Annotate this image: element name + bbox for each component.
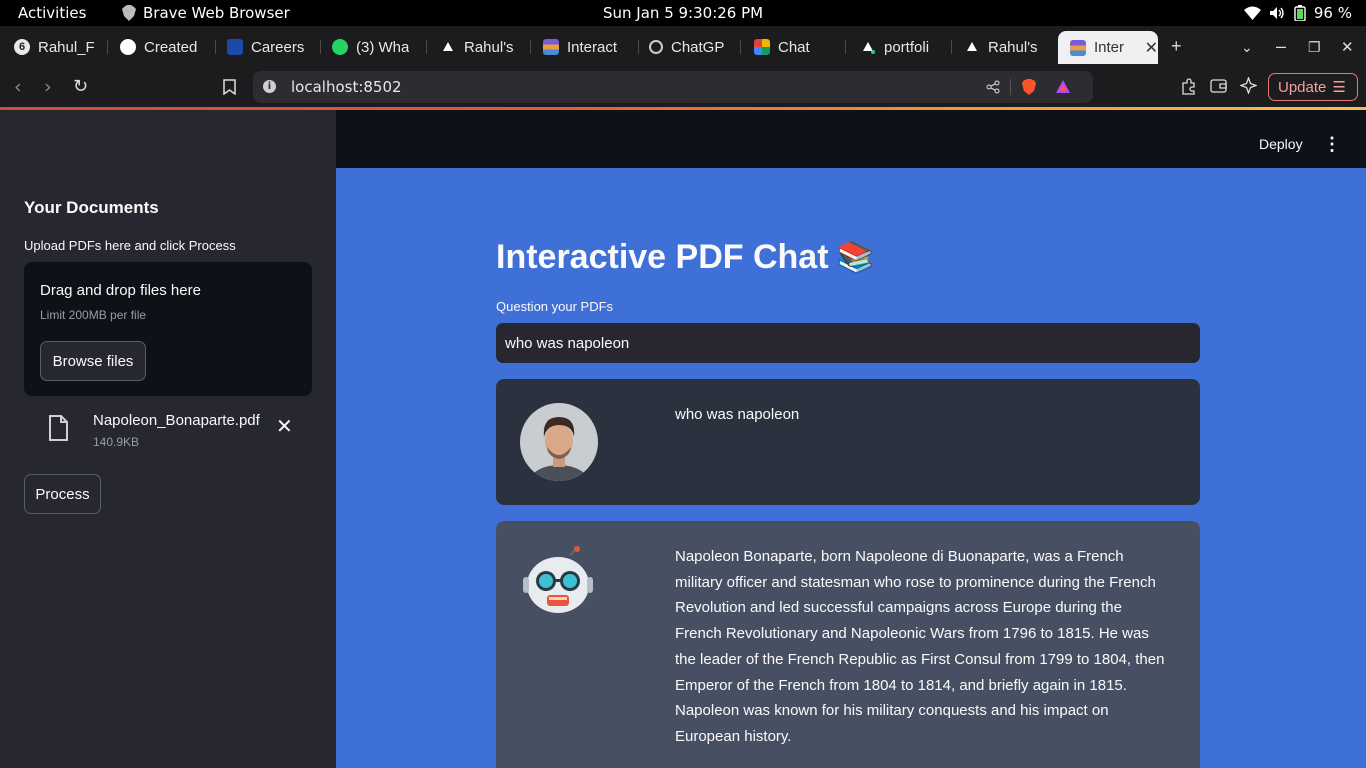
wifi-icon (1243, 6, 1261, 20)
brave-icon (122, 5, 136, 21)
github-icon (120, 39, 136, 55)
bookmark-icon[interactable] (223, 79, 236, 95)
system-tray[interactable]: 96 % (1243, 4, 1352, 22)
tab-rahul-f[interactable]: 6 Rahul_F (14, 33, 108, 61)
user-avatar (520, 403, 598, 481)
tab-strip: 6 Rahul_F Created Careers (3) Wha Rahul'… (0, 26, 1366, 66)
tab-interactive-active[interactable]: Inter ✕ (1058, 31, 1158, 64)
main-content: Interactive PDF Chat 📚 Question your PDF… (336, 168, 1366, 768)
back-icon[interactable]: ‹ (14, 76, 22, 98)
uploaded-file: Napoleon_Bonaparte.pdf 140.9KB ✕ (24, 406, 312, 454)
deploy-button[interactable]: Deploy (1259, 136, 1303, 152)
site-info-icon[interactable]: i (263, 80, 276, 93)
chevron-down-icon[interactable]: ⌄ (1241, 39, 1253, 56)
page-title: Interactive PDF Chat 📚 (496, 238, 874, 276)
sidebar: Your Documents Upload PDFs here and clic… (0, 110, 336, 768)
volume-icon (1269, 7, 1284, 19)
bot-message-text: Napoleon Bonaparte, born Napoleone di Bu… (675, 548, 1165, 745)
books-emoji-icon: 📚 (836, 241, 874, 274)
battery-level: 96 % (1313, 4, 1352, 22)
tab-interactive-1[interactable]: Interact (543, 33, 639, 61)
update-button[interactable]: Update ☰ (1268, 73, 1358, 101)
tab-chatgpt[interactable]: ChatGP (649, 33, 741, 61)
more-menu-icon[interactable]: ⋮ (1323, 134, 1341, 155)
extensions-icon[interactable] (1180, 78, 1197, 95)
tab-rahuls-2[interactable]: Rahul's (964, 33, 1055, 61)
user-message-text: who was napoleon (675, 406, 800, 423)
app-name: Brave Web Browser (143, 4, 290, 22)
wallet-icon[interactable] (1210, 79, 1227, 93)
url-text[interactable]: localhost:8502 (291, 78, 402, 96)
vercel-icon (863, 42, 875, 54)
tab-whatsapp[interactable]: (3) Wha (332, 33, 427, 61)
brave-rewards-icon[interactable] (1055, 79, 1071, 94)
vercel-icon (967, 42, 977, 51)
careers-icon (227, 39, 243, 55)
sidebar-title: Your Documents (24, 198, 159, 217)
file-dropzone[interactable]: Drag and drop files here Limit 200MB per… (24, 262, 312, 396)
tab-github-created[interactable]: Created (120, 33, 216, 61)
question-input[interactable] (496, 323, 1200, 363)
file-size: 140.9KB (93, 435, 140, 449)
activities-button[interactable]: Activities (18, 4, 86, 22)
share-icon[interactable] (986, 80, 1000, 94)
brave-shields-icon[interactable] (1021, 78, 1037, 96)
minimize-icon[interactable]: – (1276, 36, 1286, 57)
user-message: who was napoleon (496, 379, 1200, 505)
browse-files-button[interactable]: Browse files (40, 341, 146, 381)
close-window-icon[interactable]: ✕ (1341, 38, 1354, 56)
chatgpt-icon (649, 40, 663, 54)
books-icon (543, 39, 559, 55)
forward-icon[interactable]: › (44, 76, 52, 98)
clock[interactable]: Sun Jan 5 9:30:26 PM (603, 4, 763, 22)
maximize-icon[interactable]: ❐ (1308, 39, 1321, 56)
address-bar[interactable]: i localhost:8502 (253, 71, 1093, 103)
question-label: Question your PDFs (496, 299, 614, 314)
process-button[interactable]: Process (24, 474, 101, 514)
close-tab-icon[interactable]: ✕ (1145, 38, 1158, 58)
dropzone-limit: Limit 200MB per file (40, 308, 147, 322)
leo-ai-icon[interactable] (1240, 77, 1257, 94)
navigation-bar: ‹ › ↻ i localhost:8502 Update ☰ (0, 66, 1366, 108)
battery-icon (1294, 5, 1306, 21)
app-icon: 6 (14, 39, 30, 55)
bot-message: Napoleon Bonaparte, born Napoleone di Bu… (496, 521, 1200, 768)
dropzone-title: Drag and drop files here (40, 282, 201, 299)
chat-icon (754, 39, 770, 55)
remove-file-icon[interactable]: ✕ (276, 414, 293, 439)
tab-portfolio[interactable]: portfoli (860, 33, 952, 61)
tab-careers[interactable]: Careers (227, 33, 321, 61)
upload-label: Upload PDFs here and click Process (24, 238, 236, 253)
hamburger-menu-icon: ☰ (1332, 79, 1346, 96)
tab-rahuls-1[interactable]: Rahul's (440, 33, 531, 61)
file-name: Napoleon_Bonaparte.pdf (93, 412, 260, 429)
file-icon (49, 415, 68, 441)
robot-avatar-icon (520, 545, 598, 623)
whatsapp-icon (332, 39, 348, 55)
vercel-icon (443, 42, 453, 51)
new-tab-icon[interactable]: + (1171, 36, 1182, 57)
tab-chat[interactable]: Chat (754, 33, 846, 61)
app-header: Deploy ⋮ (336, 110, 1366, 168)
system-top-bar: Activities Brave Web Browser Sun Jan 5 9… (0, 0, 1366, 26)
app-menu[interactable]: Brave Web Browser (122, 4, 290, 22)
reload-icon[interactable]: ↻ (73, 76, 88, 97)
books-icon (1070, 39, 1086, 56)
